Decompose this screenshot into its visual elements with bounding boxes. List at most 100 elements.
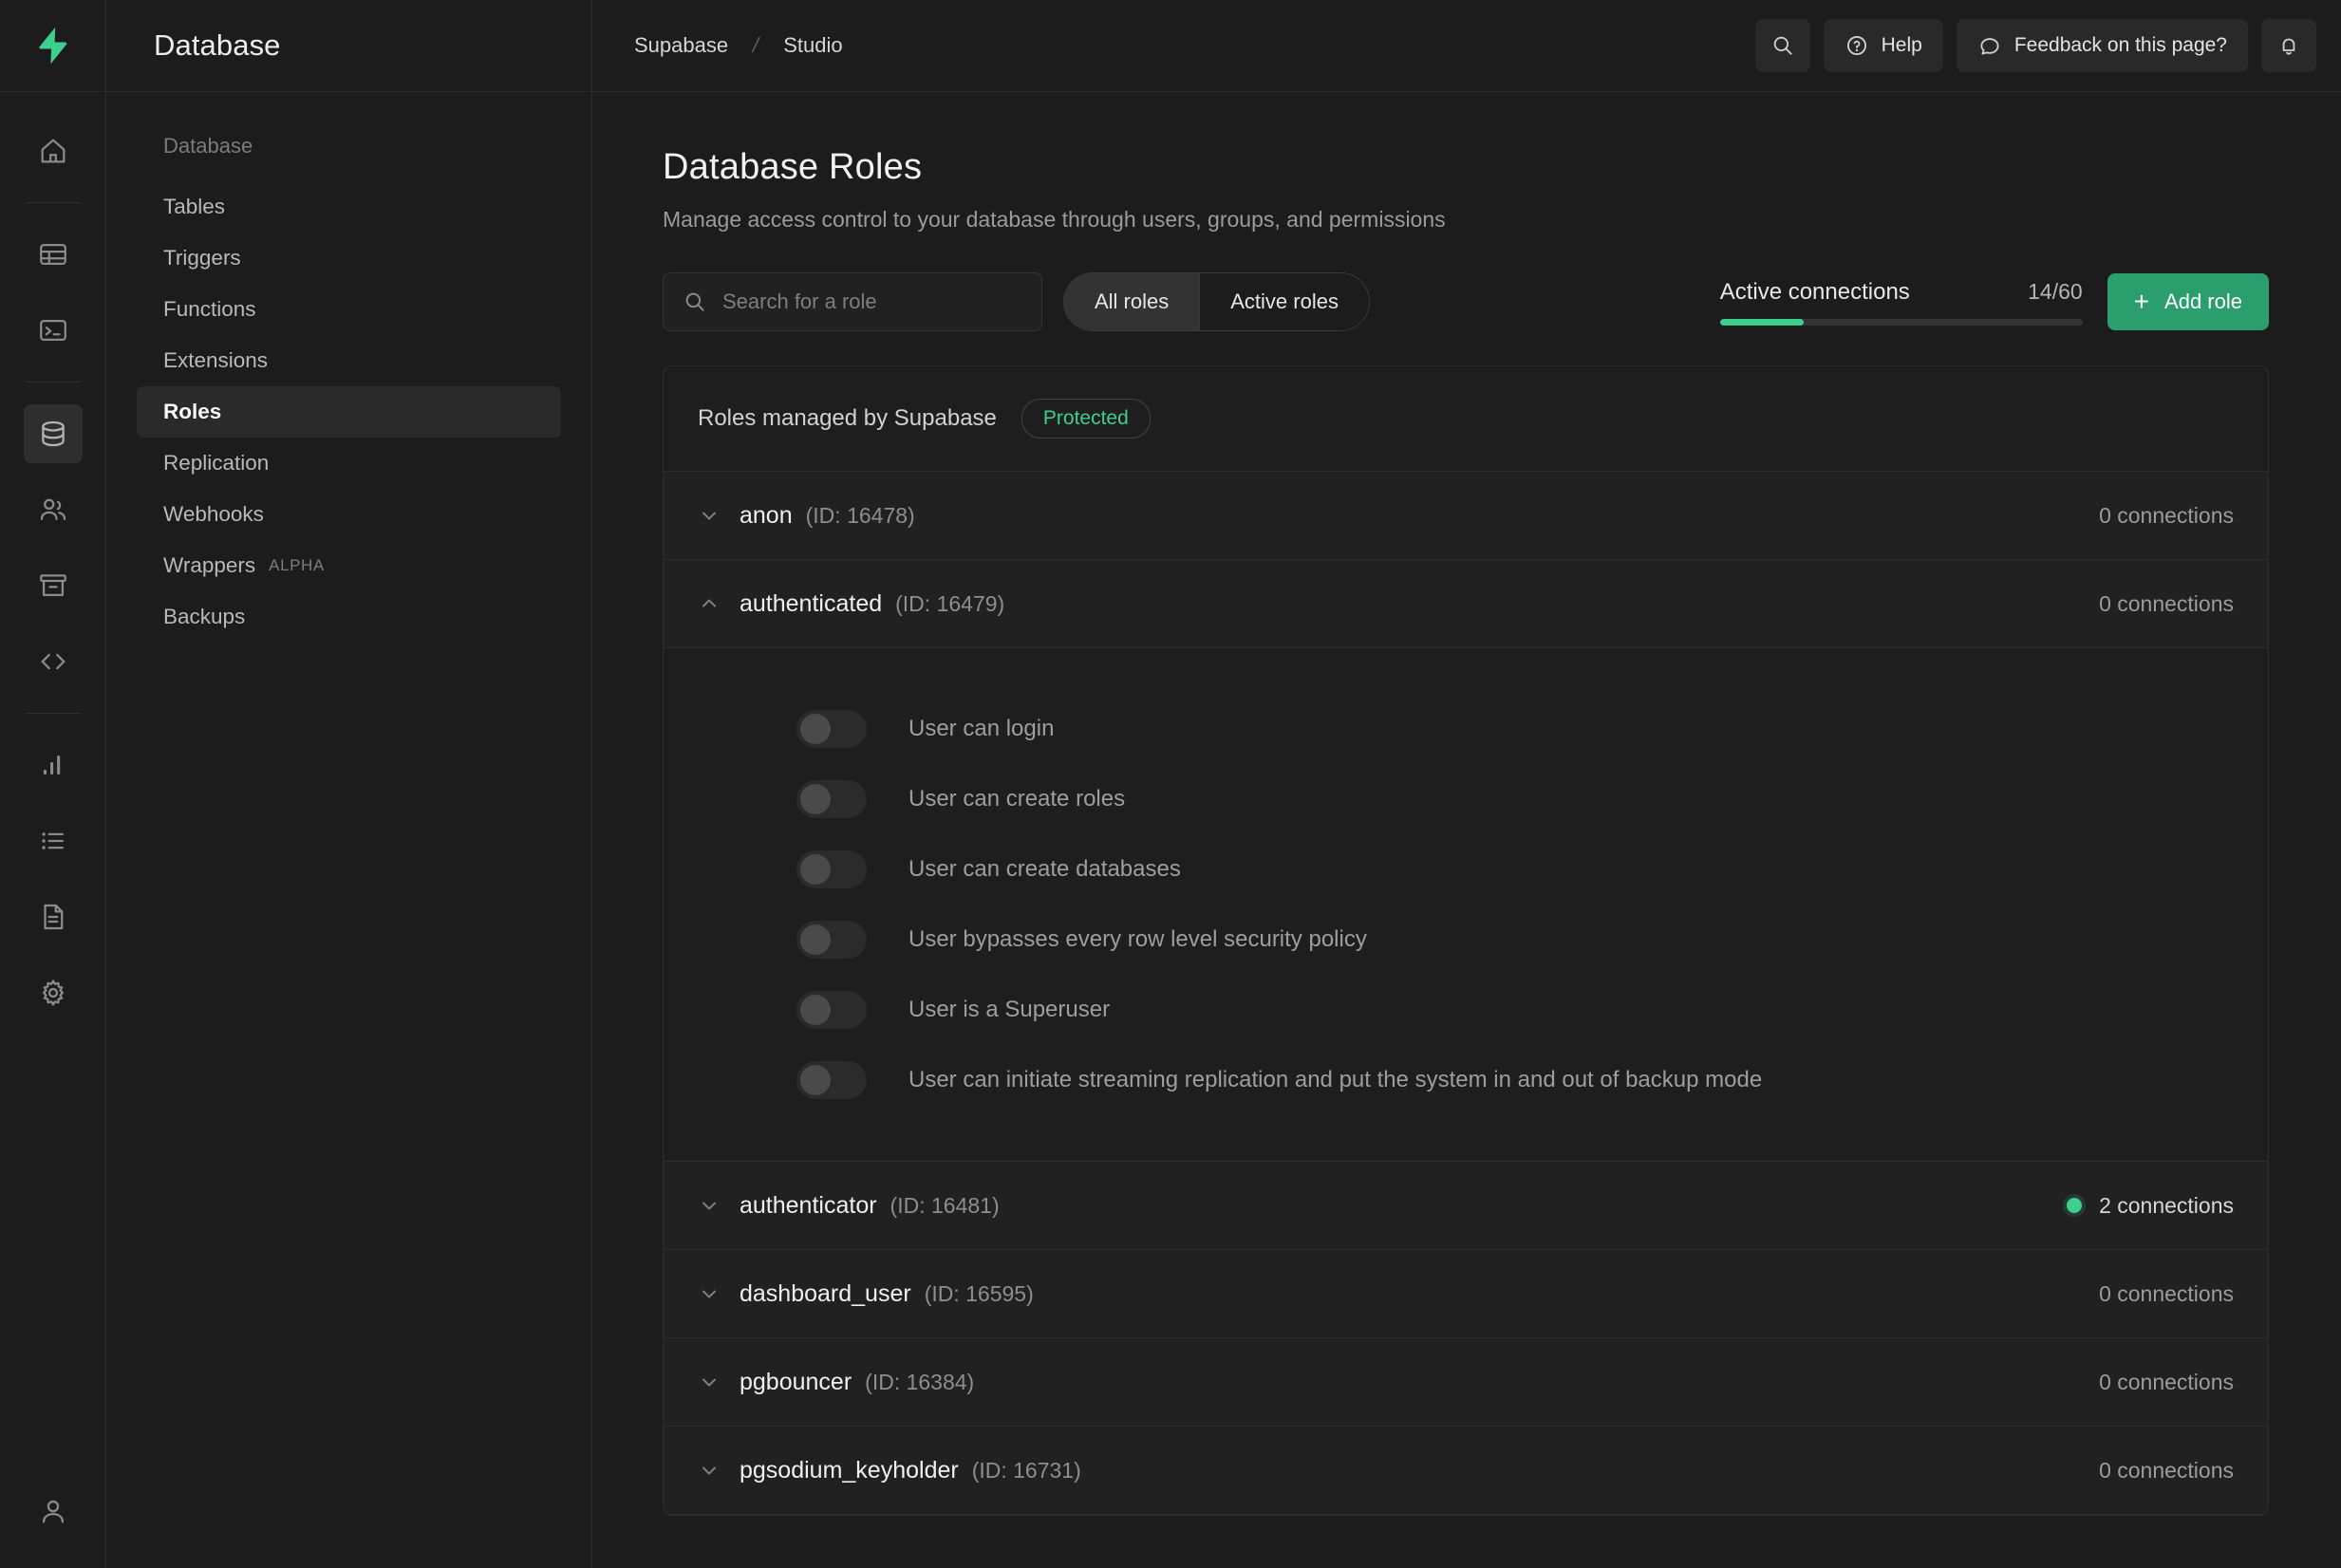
help-button[interactable]: Help [1824, 19, 1943, 72]
role-connections-label: 0 connections [2099, 591, 2234, 617]
rail-item-logs[interactable] [24, 812, 83, 870]
page-content: Database Roles Manage access control to … [592, 92, 2341, 1568]
table-row[interactable]: authenticator (ID: 16481) 2 connections [664, 1162, 2268, 1250]
chevron-down-icon[interactable] [698, 1371, 740, 1393]
sidebar-item-badge-alpha: ALPHA [269, 556, 325, 575]
home-icon [37, 135, 69, 167]
top-bar-actions: Help Feedback on this page? [1755, 19, 2316, 72]
table-row[interactable]: pgbouncer (ID: 16384) 0 connections [664, 1338, 2268, 1427]
rail-item-database[interactable] [24, 404, 83, 463]
role-name: dashboard_user [740, 1280, 911, 1308]
rail-item-table-editor[interactable] [24, 225, 83, 284]
status-badge: Protected [1021, 399, 1151, 439]
search-role-input[interactable]: Search for a role [663, 272, 1042, 331]
toggle-knob [800, 924, 831, 955]
role-connections: 0 connections [2099, 591, 2234, 617]
add-role-button[interactable]: + Add role [2107, 273, 2269, 330]
chevron-down-icon[interactable] [698, 1282, 740, 1305]
sidebar-item-label: Wrappers [163, 553, 255, 578]
table-row[interactable]: pgsodium_keyholder (ID: 16731) 0 connect… [664, 1427, 2268, 1515]
role-id: (ID: 16479) [895, 591, 1004, 617]
role-connections-label: 0 connections [2099, 503, 2234, 529]
sidebar-item-triggers[interactable]: Triggers [137, 233, 561, 284]
role-id: (ID: 16384) [865, 1370, 974, 1395]
permission-row: User can create roles [664, 764, 2268, 834]
rail-item-settings[interactable] [24, 963, 83, 1022]
toggle-user-can-replicate[interactable] [796, 1061, 867, 1099]
sidebar-item-replication[interactable]: Replication [137, 438, 561, 489]
breadcrumb-item-project[interactable]: Studio [783, 33, 842, 58]
chevron-down-icon[interactable] [698, 1459, 740, 1482]
tab-all-roles[interactable]: All roles [1064, 273, 1199, 330]
tab-active-roles[interactable]: Active roles [1199, 273, 1369, 330]
main-panel: Supabase / Studio Help Feedback on this … [592, 0, 2341, 1568]
rail-item-account[interactable] [24, 1501, 83, 1559]
toggle-user-can-create-roles[interactable] [796, 780, 867, 818]
sidebar-item-label: Triggers [163, 246, 241, 271]
sidebar-item-webhooks[interactable]: Webhooks [137, 489, 561, 540]
sidebar-item-wrappers[interactable]: Wrappers ALPHA [137, 540, 561, 591]
help-label: Help [1882, 34, 1922, 57]
table-row[interactable]: dashboard_user (ID: 16595) 0 connections [664, 1250, 2268, 1338]
sidebar-item-functions[interactable]: Functions [137, 284, 561, 335]
document-icon [37, 901, 69, 933]
bar-chart-icon [37, 749, 69, 781]
sidebar-item-label: Roles [163, 400, 221, 424]
toggle-user-can-create-databases[interactable] [796, 850, 867, 888]
permission-label: User can create databases [908, 856, 1181, 883]
breadcrumb-item-organization[interactable]: Supabase [634, 33, 728, 58]
table-row[interactable]: anon (ID: 16478) 0 connections [664, 472, 2268, 560]
role-permissions-panel: User can login User can create roles Use… [664, 648, 2268, 1162]
role-connections-label: 0 connections [2099, 1458, 2234, 1484]
archive-icon [37, 569, 69, 602]
chevron-down-icon[interactable] [698, 504, 740, 527]
sidebar-item-label: Extensions [163, 348, 268, 373]
search-button[interactable] [1755, 19, 1810, 72]
chevron-up-icon[interactable] [698, 592, 740, 615]
table-row[interactable]: authenticated (ID: 16479) 0 connections [664, 560, 2268, 648]
permission-label: User can login [908, 716, 1054, 742]
toggle-user-is-superuser[interactable] [796, 991, 867, 1029]
chevron-down-icon[interactable] [698, 1194, 740, 1217]
rail-item-api-docs[interactable] [24, 887, 83, 946]
account-icon [37, 1495, 69, 1527]
rail-divider [26, 202, 81, 203]
role-name: authenticator [740, 1192, 877, 1220]
role-name: authenticated [740, 590, 882, 618]
code-brackets-icon [37, 645, 69, 678]
sidebar-item-extensions[interactable]: Extensions [137, 335, 561, 386]
tab-active-roles-label: Active roles [1230, 289, 1339, 314]
role-connections: 0 connections [2099, 1458, 2234, 1484]
breadcrumb-separator: / [750, 33, 761, 58]
rail-item-edge-functions[interactable] [24, 632, 83, 691]
gear-icon [37, 977, 69, 1009]
notifications-button[interactable] [2261, 19, 2316, 72]
toggle-user-bypasses-rls[interactable] [796, 921, 867, 959]
role-id: (ID: 16731) [972, 1458, 1081, 1484]
sidebar-title: Database [154, 28, 281, 63]
sidebar-item-roles[interactable]: Roles [137, 386, 561, 438]
permission-label: User is a Superuser [908, 997, 1110, 1023]
breadcrumb: Supabase / Studio [634, 33, 843, 58]
active-connections-fill [1720, 319, 1804, 326]
active-connections-row: Active connections 14/60 [1720, 279, 2083, 306]
rail-item-sql-editor[interactable] [24, 301, 83, 360]
page-inner: Database Roles Manage access control to … [592, 147, 2341, 1516]
active-status-dot-icon [2067, 1198, 2082, 1213]
sidebar-item-backups[interactable]: Backups [137, 591, 561, 643]
rail-item-storage[interactable] [24, 556, 83, 615]
rail-item-reports[interactable] [24, 736, 83, 794]
sidebar-item-tables[interactable]: Tables [137, 181, 561, 233]
primary-icon-rail [0, 0, 106, 1568]
rail-item-home[interactable] [24, 121, 83, 180]
sidebar-item-label: Functions [163, 297, 256, 322]
rail-divider [26, 713, 81, 714]
feedback-button[interactable]: Feedback on this page? [1957, 19, 2248, 72]
role-connections: 0 connections [2099, 503, 2234, 529]
supabase-logo[interactable] [0, 0, 105, 92]
sidebar-group-label: Database [137, 134, 561, 159]
toggle-user-can-login[interactable] [796, 710, 867, 748]
toggle-knob [800, 1065, 831, 1095]
rail-item-authentication[interactable] [24, 480, 83, 539]
toggle-knob [800, 854, 831, 885]
